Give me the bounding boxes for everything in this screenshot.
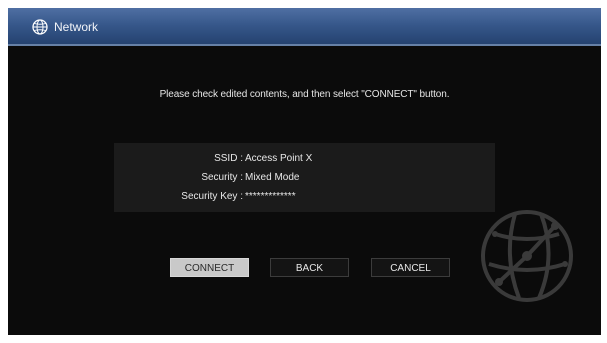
network-screen: Network Please check edited contents, an… (8, 8, 601, 335)
cancel-button[interactable]: CANCEL (371, 258, 450, 277)
security-key-value: ************* (245, 191, 296, 202)
connection-summary: SSID : Access Point X Security : Mixed M… (114, 143, 495, 212)
title-divider (8, 44, 601, 46)
instruction-message: Please check edited contents, and then s… (159, 89, 450, 100)
ssid-label: SSID : (214, 153, 243, 164)
security-value: Mixed Mode (245, 172, 300, 183)
security-key-label: Security Key : (181, 191, 243, 202)
security-label: Security : (201, 172, 243, 183)
security-key-row: Security Key : ************* (114, 191, 495, 207)
title-bar: Network (8, 8, 601, 46)
back-button[interactable]: BACK (270, 258, 349, 277)
security-row: Security : Mixed Mode (114, 172, 495, 188)
network-icon (32, 19, 48, 35)
window-title: Network (54, 20, 99, 34)
connect-button[interactable]: CONNECT (170, 258, 249, 277)
ssid-value: Access Point X (245, 153, 313, 164)
ssid-row: SSID : Access Point X (114, 153, 495, 169)
globe-network-icon (481, 210, 573, 302)
